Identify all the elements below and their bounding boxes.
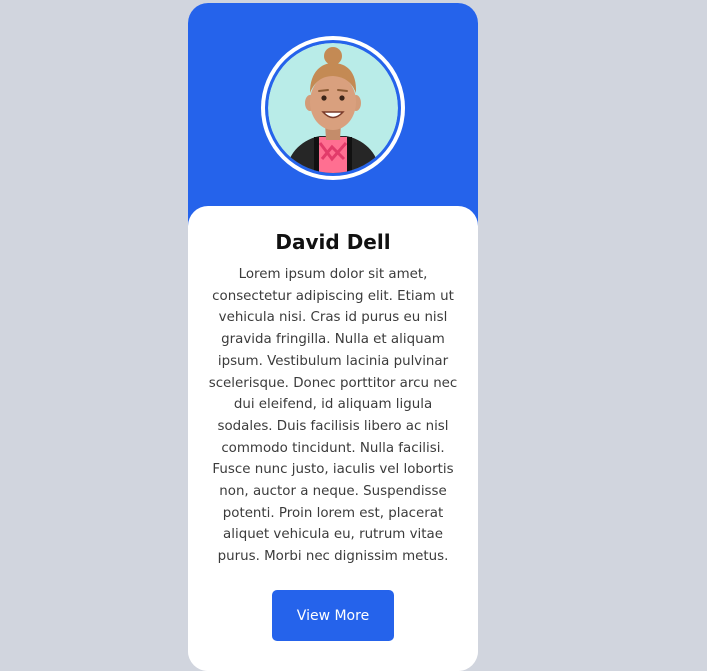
- profile-card: David Dell Lorem ipsum dolor sit amet, c…: [188, 3, 478, 671]
- view-more-button[interactable]: View More: [272, 590, 394, 641]
- avatar: [265, 40, 401, 176]
- avatar-ring: [261, 36, 405, 180]
- profile-name: David Dell: [275, 230, 391, 254]
- person-avatar-icon: [268, 43, 398, 173]
- card-header: [188, 3, 478, 228]
- profile-bio: Lorem ipsum dolor sit amet, consectetur …: [208, 267, 458, 565]
